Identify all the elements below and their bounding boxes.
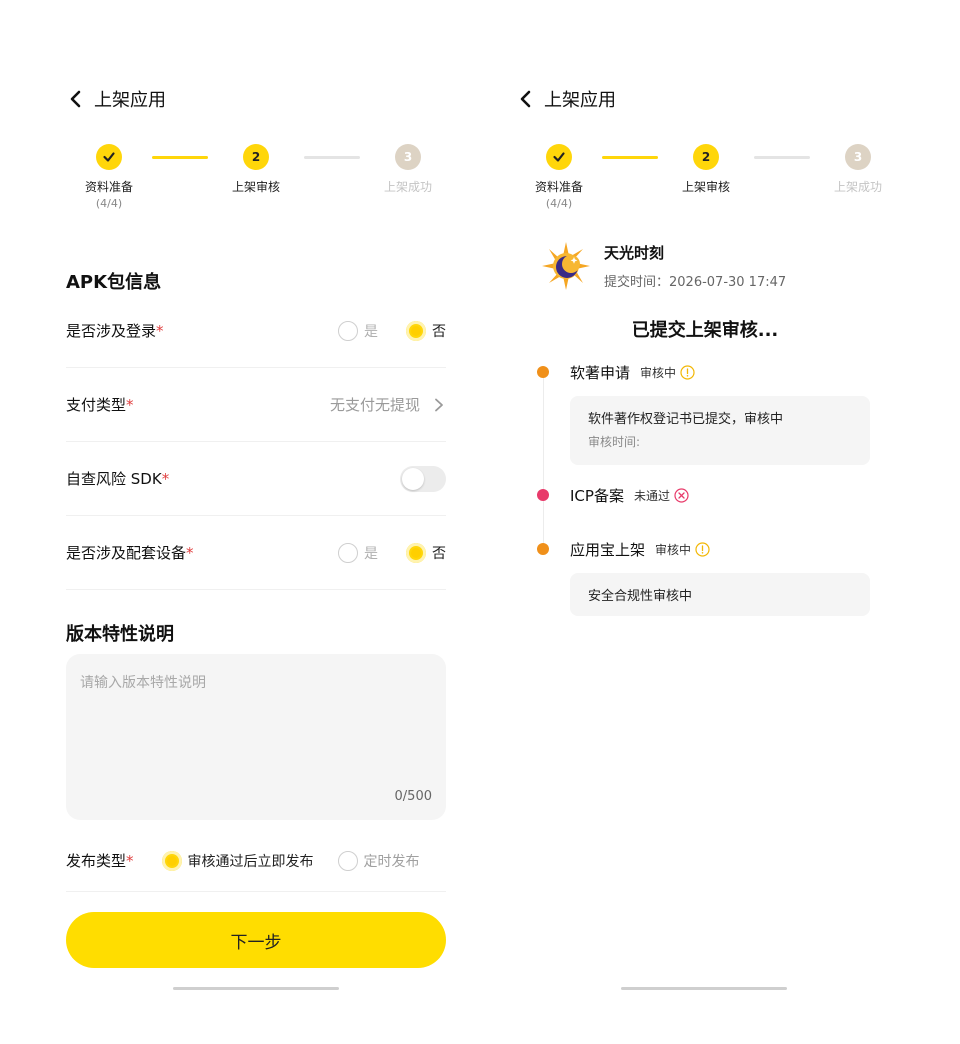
status-title: 已提交上架审核... [631, 320, 779, 341]
timeline-detail-copyright: 软件著作权登记书已提交，审核中 审核时间: [570, 396, 870, 465]
pay-type-value: 无支付无提现 [330, 394, 446, 415]
stepper: 资料准备 (4/4) 2 上架审核 3 上架成功 [66, 144, 446, 218]
publish-type-label: 发布类型* [66, 852, 134, 870]
step-label: 资料准备 [534, 180, 583, 194]
pending-dot [537, 543, 549, 555]
app-info: 天光时刻 提交时间：2026-07-30 17:47 [604, 242, 786, 290]
step-connector [602, 156, 658, 159]
step-connector [304, 156, 360, 159]
publish-form-screen: 上架应用 资料准备 (4/4) 2 上架审核 3 上架成功 APK包信息 是否涉… [0, 0, 480, 1044]
step-label: 上架成功 [833, 180, 882, 194]
step-2: 2 上架审核 [661, 144, 751, 195]
apk-section-title: APK包信息 [66, 272, 162, 293]
close-circle-icon [674, 488, 689, 503]
review-status-screen: 上架应用 资料准备 (4/4) 2 上架审核 3 上架成功 天光时刻 提交时间：… [480, 0, 960, 1044]
home-indicator [173, 987, 339, 990]
version-notes-input[interactable]: 请输入版本特性说明 0/500 [66, 654, 446, 820]
publish-type-row: 发布类型* 审核通过后立即发布 定时发布 [66, 830, 446, 892]
header: 上架应用 [66, 86, 166, 112]
sdk-toggle[interactable] [400, 465, 446, 492]
step-1: 资料准备 (4/4) [514, 144, 604, 210]
step-number: 3 [845, 144, 871, 170]
device-yes-radio[interactable] [338, 542, 358, 563]
check-icon [546, 144, 572, 170]
timeline-item-name: 软著申请 [570, 364, 631, 382]
publish-immediate-option[interactable]: 审核通过后立即发布 [161, 850, 314, 871]
status-badge: 审核中 [640, 366, 677, 380]
home-indicator [621, 987, 787, 990]
version-section-title: 版本特性说明 [66, 624, 174, 645]
next-button[interactable]: 下一步 [66, 912, 446, 968]
device-radio-group: 是 否 [338, 542, 446, 563]
timeline-item-store: 应用宝上架 审核中 [570, 539, 710, 560]
step-number: 2 [243, 144, 269, 170]
pending-dot [537, 366, 549, 378]
device-label: 是否涉及配套设备* [66, 544, 194, 562]
timeline-connector [543, 376, 544, 546]
sdk-row: 自查风险 SDK* [66, 442, 446, 516]
step-progress: (4/4) [545, 197, 573, 210]
page-title: 上架应用 [94, 90, 166, 111]
chevron-right-icon [435, 398, 443, 411]
device-yes-label: 是 [364, 545, 378, 562]
login-yes-radio[interactable] [338, 320, 358, 341]
device-no-label: 否 [432, 545, 446, 562]
step-2: 2 上架审核 [211, 144, 301, 195]
timeline-item-icp: ICP备案 未通过 [570, 485, 689, 506]
submit-time: 提交时间：2026-07-30 17:47 [604, 275, 787, 290]
back-icon[interactable] [66, 89, 86, 109]
timeline-item-copyright: 软著申请 审核中 [570, 362, 695, 383]
login-radio-group: 是 否 [338, 320, 446, 341]
page-title: 上架应用 [544, 90, 616, 111]
step-connector [754, 156, 810, 159]
step-number: 2 [693, 144, 719, 170]
publish-immediate-radio[interactable] [161, 850, 182, 871]
app-name: 天光时刻 [604, 244, 665, 262]
check-icon [96, 144, 122, 170]
rejected-dot [537, 489, 549, 501]
info-icon [680, 365, 695, 380]
step-label: 上架成功 [383, 180, 432, 194]
char-counter: 0/500 [394, 789, 432, 804]
version-notes-placeholder: 请输入版本特性说明 [80, 675, 206, 691]
login-label: 是否涉及登录* [66, 322, 164, 340]
stepper: 资料准备 (4/4) 2 上架审核 3 上架成功 [516, 144, 896, 218]
device-no-radio[interactable] [406, 542, 426, 563]
step-label: 上架审核 [681, 180, 730, 194]
app-logo-icon [542, 242, 590, 290]
back-icon[interactable] [516, 89, 536, 109]
status-badge: 未通过 [633, 489, 670, 503]
publish-scheduled-option[interactable]: 定时发布 [337, 850, 420, 871]
info-icon [695, 542, 710, 557]
publish-scheduled-radio[interactable] [337, 850, 358, 871]
detail-text: 安全合规性审核中 [588, 589, 693, 604]
device-row: 是否涉及配套设备* 是 否 [66, 516, 446, 590]
toggle-knob [402, 467, 424, 490]
sdk-label: 自查风险 SDK* [66, 470, 170, 488]
step-3: 3 上架成功 [813, 144, 903, 195]
detail-text: 软件著作权登记书已提交，审核中 [588, 412, 784, 427]
step-1: 资料准备 (4/4) [64, 144, 154, 210]
timeline-item-name: ICP备案 [570, 487, 624, 505]
review-time: 审核时间: [588, 435, 641, 449]
login-no-radio[interactable] [406, 320, 426, 341]
step-label: 上架审核 [231, 180, 280, 194]
login-yes-label: 是 [364, 323, 378, 340]
pay-type-label: 支付类型* [66, 396, 134, 414]
step-number: 3 [395, 144, 421, 170]
step-connector [152, 156, 208, 159]
step-3: 3 上架成功 [363, 144, 453, 195]
pay-type-row[interactable]: 支付类型* 无支付无提现 [66, 368, 446, 442]
header: 上架应用 [516, 86, 616, 112]
step-label: 资料准备 [84, 180, 133, 194]
login-no-label: 否 [432, 323, 446, 340]
timeline-item-name: 应用宝上架 [570, 541, 646, 559]
app-card: 天光时刻 提交时间：2026-07-30 17:47 [540, 240, 786, 292]
status-badge: 审核中 [655, 543, 692, 557]
timeline-detail-store: 安全合规性审核中 [570, 573, 870, 616]
login-row: 是否涉及登录* 是 否 [66, 294, 446, 368]
step-progress: (4/4) [95, 197, 123, 210]
